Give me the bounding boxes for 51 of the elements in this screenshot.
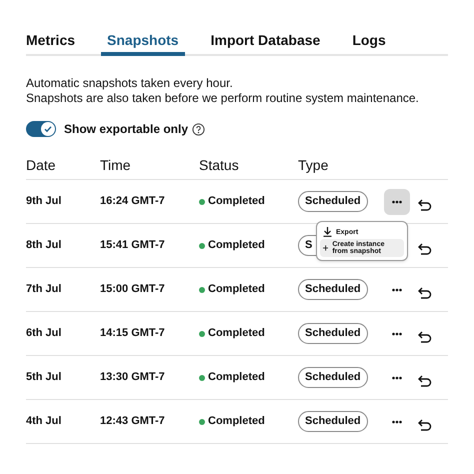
- more-button[interactable]: [384, 188, 410, 214]
- status-text: Completed: [208, 370, 265, 386]
- tab[interactable]: Logs: [346, 28, 392, 56]
- time-cell: 15:00 GMT-7: [100, 283, 165, 296]
- status-text: Completed: [208, 194, 265, 210]
- date-cell: 4th Jul: [26, 415, 62, 428]
- undo-icon[interactable]: [418, 198, 432, 210]
- date-cell: 6th Jul: [26, 327, 62, 340]
- time-cell: 12:43 GMT-7: [100, 415, 165, 428]
- column-header: Type: [298, 157, 328, 173]
- check-icon: [43, 124, 53, 134]
- tab[interactable]: Import Database: [204, 28, 326, 56]
- status-text: Completed: [208, 326, 265, 342]
- date-cell: 9th Jul: [26, 195, 62, 208]
- more-icon: [392, 420, 402, 424]
- more-icon: [392, 376, 402, 380]
- more-icon: [392, 288, 402, 292]
- undo-icon[interactable]: [418, 242, 432, 254]
- column-header: Time: [100, 157, 131, 173]
- type-tag: Scheduled: [298, 367, 368, 388]
- description-text: Snapshots are also taken before we perform routine system maintenance.: [26, 91, 420, 106]
- date-cell: 5th Jul: [26, 371, 62, 384]
- toggle-switch[interactable]: [26, 121, 56, 137]
- description-text: Automatic snapshots taken every hour.: [26, 76, 234, 91]
- time-cell: 13:30 GMT-7: [100, 371, 165, 384]
- type-tag: Scheduled: [298, 191, 368, 212]
- column-header: Date: [26, 157, 56, 173]
- date-cell: 8th Jul: [26, 239, 62, 252]
- status-text: Completed: [208, 282, 265, 298]
- time-cell: 14:15 GMT-7: [100, 327, 165, 340]
- column-header: Status: [199, 157, 239, 173]
- undo-icon[interactable]: [418, 330, 432, 342]
- type-tag: Scheduled: [298, 323, 368, 344]
- help-icon[interactable]: [192, 122, 206, 136]
- tab[interactable]: Metrics: [20, 28, 82, 56]
- toggle-label: Show exportable only: [64, 121, 188, 138]
- undo-icon[interactable]: [418, 286, 432, 298]
- status-text: Completed: [208, 238, 265, 254]
- plus-icon: [323, 244, 328, 252]
- status-text: Completed: [208, 414, 265, 430]
- type-tag: Scheduled: [298, 411, 368, 432]
- more-icon: [392, 332, 402, 336]
- undo-icon[interactable]: [418, 374, 432, 386]
- more-icon: [392, 200, 402, 204]
- download-icon: [323, 227, 332, 237]
- undo-icon[interactable]: [418, 418, 432, 430]
- tab[interactable]: Snapshots: [101, 28, 185, 56]
- date-cell: 7th Jul: [26, 283, 62, 296]
- type-tag: Scheduled: [298, 279, 368, 300]
- time-cell: 15:41 GMT-7: [100, 239, 165, 252]
- time-cell: 16:24 GMT-7: [100, 195, 165, 208]
